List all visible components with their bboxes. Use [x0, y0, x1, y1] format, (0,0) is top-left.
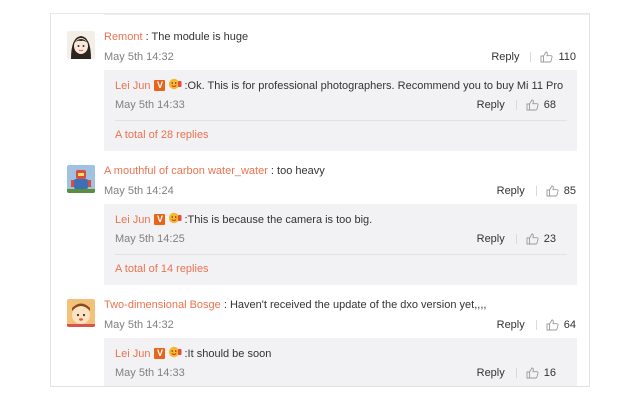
- action-separator: [530, 52, 532, 62]
- vip-badge-icon: V: [154, 348, 166, 359]
- comment-text: Haven't received the update of the dxo v…: [229, 299, 487, 311]
- action-separator: [535, 186, 537, 196]
- username-link[interactable]: Remont: [104, 31, 143, 43]
- comment-line: Two-dimensional Bosge : Haven't received…: [104, 299, 486, 311]
- like-button[interactable]: 68: [526, 99, 556, 111]
- thumbs-up-icon: [526, 233, 539, 245]
- reply-text: It should be soon: [187, 347, 272, 360]
- reply-line: Lei Jun V : It should be soon: [115, 346, 271, 361]
- comment-line: Remont : The module is huge: [104, 31, 248, 43]
- like-button[interactable]: 110: [540, 51, 576, 63]
- comment-text: too heavy: [277, 165, 325, 177]
- divider: [115, 254, 567, 255]
- like-button[interactable]: 16: [526, 367, 556, 379]
- comment-panel: Remont : The module is huge May 5th 14:3…: [50, 13, 590, 387]
- reply-line: Lei Jun V : This is because the camera i…: [115, 212, 372, 227]
- like-count: 110: [558, 51, 576, 63]
- cheer-emoji-icon: [168, 78, 182, 93]
- comment-actions: Reply 110: [491, 51, 576, 63]
- like-button[interactable]: 23: [526, 233, 556, 245]
- like-count: 16: [543, 367, 556, 379]
- action-separator: [515, 234, 517, 244]
- like-count: 23: [543, 233, 556, 245]
- comment-meta: May 5th 14:32 Reply 110: [104, 51, 589, 65]
- reply-text: This is because the camera is too big.: [187, 213, 373, 226]
- divider: [115, 120, 567, 121]
- thumbs-up-icon: [541, 51, 553, 63]
- timestamp: May 5th 14:32: [104, 51, 174, 63]
- reply-button[interactable]: Reply: [497, 319, 525, 331]
- username-link[interactable]: A mouthful of carbon water_water: [104, 165, 268, 177]
- comment-actions: Reply 64: [497, 319, 576, 331]
- colon: :: [220, 299, 230, 311]
- like-button[interactable]: 85: [546, 185, 576, 197]
- cartoon-avatar-icon[interactable]: [67, 299, 95, 327]
- reply-button[interactable]: Reply: [491, 51, 519, 63]
- reply-button[interactable]: Reply: [497, 185, 525, 197]
- comment-text: The module is huge: [151, 31, 249, 43]
- girl-avatar-icon[interactable]: [67, 31, 95, 59]
- reply-actions: Reply 16: [477, 367, 556, 379]
- colon: :: [142, 31, 152, 43]
- reply-actions: Reply 23: [477, 233, 556, 245]
- thumbs-up-icon: [526, 99, 539, 111]
- timestamp: May 5th 14:24: [104, 185, 174, 197]
- robot-avatar-icon[interactable]: [67, 165, 95, 193]
- reply-box: Lei Jun V : It should be soon May 5th 14…: [104, 338, 577, 386]
- reply-button[interactable]: Reply: [477, 233, 505, 245]
- timestamp: May 5th 14:25: [115, 233, 185, 245]
- divider: [104, 14, 589, 15]
- comment-meta: May 5th 14:32 Reply 64: [104, 319, 589, 333]
- colon: :: [267, 165, 278, 177]
- reply-text: Ok. This is for professional photographe…: [187, 79, 564, 92]
- reply-button[interactable]: Reply: [477, 367, 505, 379]
- thumbs-up-icon: [546, 185, 559, 197]
- timestamp: May 5th 14:33: [115, 367, 185, 379]
- comment-line: A mouthful of carbon water_water : too h…: [104, 165, 325, 177]
- cheer-emoji-icon: [168, 346, 182, 361]
- username-link[interactable]: Two-dimensional Bosge: [104, 299, 221, 311]
- reply-actions: Reply 68: [477, 99, 556, 111]
- reply-button[interactable]: Reply: [477, 99, 505, 111]
- view-all-replies-link[interactable]: A total of 14 replies: [115, 263, 209, 275]
- like-button[interactable]: 64: [546, 319, 576, 331]
- action-separator: [515, 100, 517, 110]
- thumbs-up-icon: [546, 319, 559, 331]
- action-separator: [515, 368, 517, 378]
- like-count: 64: [563, 319, 576, 331]
- comment-actions: Reply 85: [497, 185, 576, 197]
- comment-meta: May 5th 14:24 Reply 85: [104, 185, 589, 199]
- vip-badge-icon: V: [154, 80, 166, 91]
- like-count: 68: [543, 99, 556, 111]
- reply-line: Lei Jun V : Ok. This is for professional …: [115, 78, 563, 93]
- vip-badge-icon: V: [154, 214, 166, 225]
- timestamp: May 5th 14:32: [104, 319, 174, 331]
- cheer-emoji-icon: [168, 212, 182, 227]
- like-count: 85: [563, 185, 576, 197]
- reply-box: Lei Jun V : Ok. This is for professional …: [104, 70, 577, 151]
- thumbs-up-icon: [526, 367, 539, 379]
- username-link[interactable]: Lei Jun: [115, 348, 150, 360]
- username-link[interactable]: Lei Jun: [115, 214, 150, 226]
- username-link[interactable]: Lei Jun: [115, 80, 150, 92]
- action-separator: [535, 320, 537, 330]
- view-all-replies-link[interactable]: A total of 28 replies: [115, 129, 209, 141]
- reply-box: Lei Jun V : This is because the camera i…: [104, 204, 577, 285]
- timestamp: May 5th 14:33: [115, 99, 185, 111]
